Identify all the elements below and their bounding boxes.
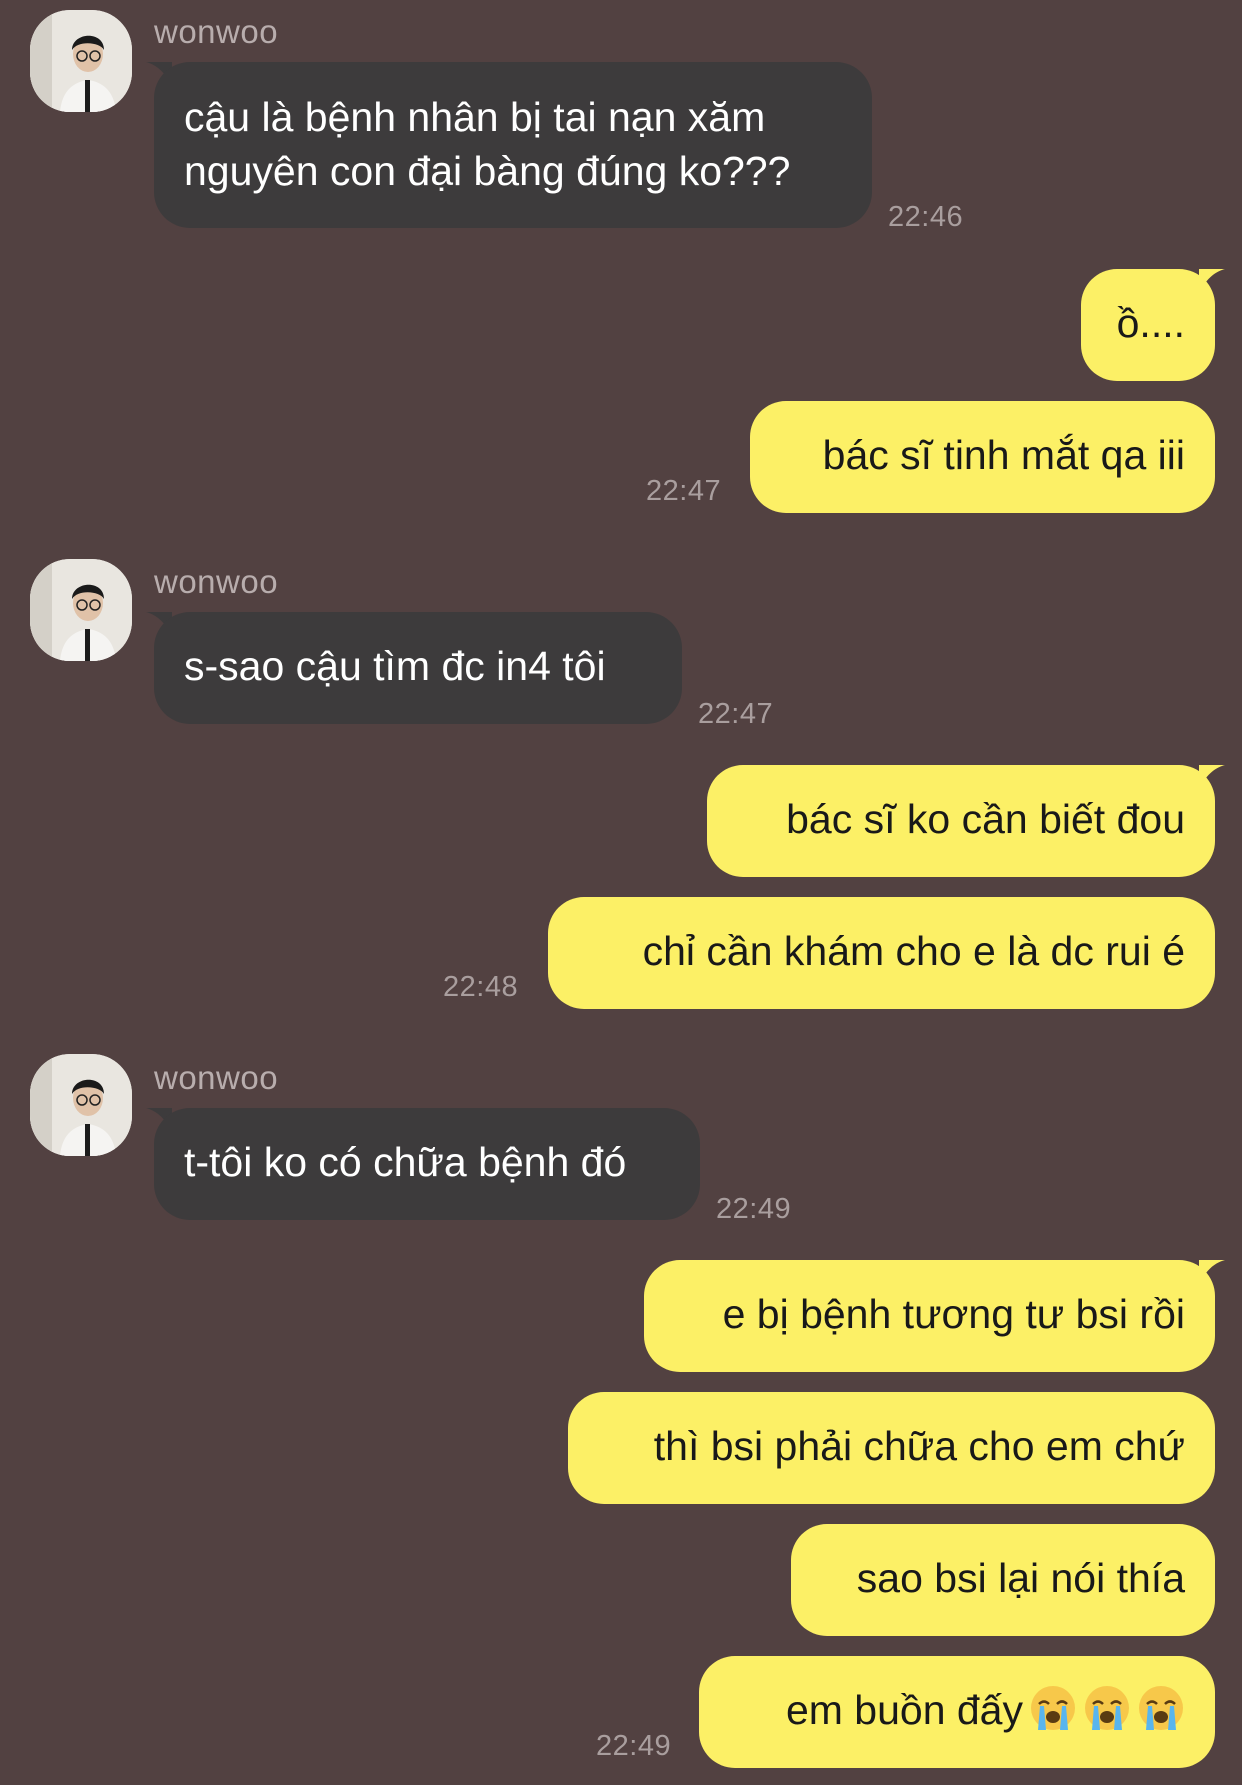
bubble-tail [1199, 269, 1225, 293]
message-bubble[interactable]: bác sĩ ko cần biết đou [707, 765, 1215, 877]
timestamp: 22:47 [698, 698, 774, 730]
message-bubble[interactable]: sao bsi lại nói thía [791, 1524, 1215, 1636]
message-bubble[interactable]: cậu là bệnh nhân bị tai nạn xăm nguyên c… [154, 62, 872, 228]
profile-photo [30, 10, 132, 112]
bubble-tail [1199, 765, 1225, 789]
profile-photo [30, 559, 132, 661]
loudly-crying-face-icon [1029, 1684, 1077, 1732]
message-bubble[interactable]: bác sĩ tinh mắt qa iii [750, 401, 1215, 513]
message-bubble[interactable]: e bị bệnh tương tư bsi rồi [644, 1260, 1215, 1372]
message-bubble[interactable]: thì bsi phải chữa cho em chứ [568, 1392, 1215, 1504]
message-bubble[interactable]: ồ.... [1081, 269, 1215, 381]
bubble-tail [1199, 1260, 1225, 1284]
emoji-group [1023, 1684, 1185, 1736]
avatar[interactable] [30, 1054, 132, 1156]
loudly-crying-face-icon [1083, 1684, 1131, 1732]
message-bubble[interactable]: t-tôi ko có chữa bệnh đó [154, 1108, 700, 1220]
timestamp: 22:46 [888, 201, 964, 233]
message-bubble[interactable]: s-sao cậu tìm đc in4 tôi [154, 612, 682, 724]
message-bubble[interactable]: chỉ cần khám cho e là dc rui é [548, 897, 1215, 1009]
avatar[interactable] [30, 10, 132, 112]
sender-name: wonwoo [154, 563, 279, 600]
timestamp: 22:48 [443, 971, 519, 1003]
sender-name: wonwoo [154, 1059, 279, 1096]
loudly-crying-face-icon [1137, 1684, 1185, 1732]
timestamp: 22:49 [716, 1193, 792, 1225]
timestamp: 22:47 [646, 475, 722, 507]
message-text: em buồn đấy [785, 1687, 1023, 1733]
profile-photo [30, 1054, 132, 1156]
sender-name: wonwoo [154, 13, 279, 50]
timestamp: 22:49 [596, 1730, 672, 1762]
message-bubble-with-emoji[interactable]: em buồn đấy [699, 1656, 1215, 1768]
avatar[interactable] [30, 559, 132, 661]
